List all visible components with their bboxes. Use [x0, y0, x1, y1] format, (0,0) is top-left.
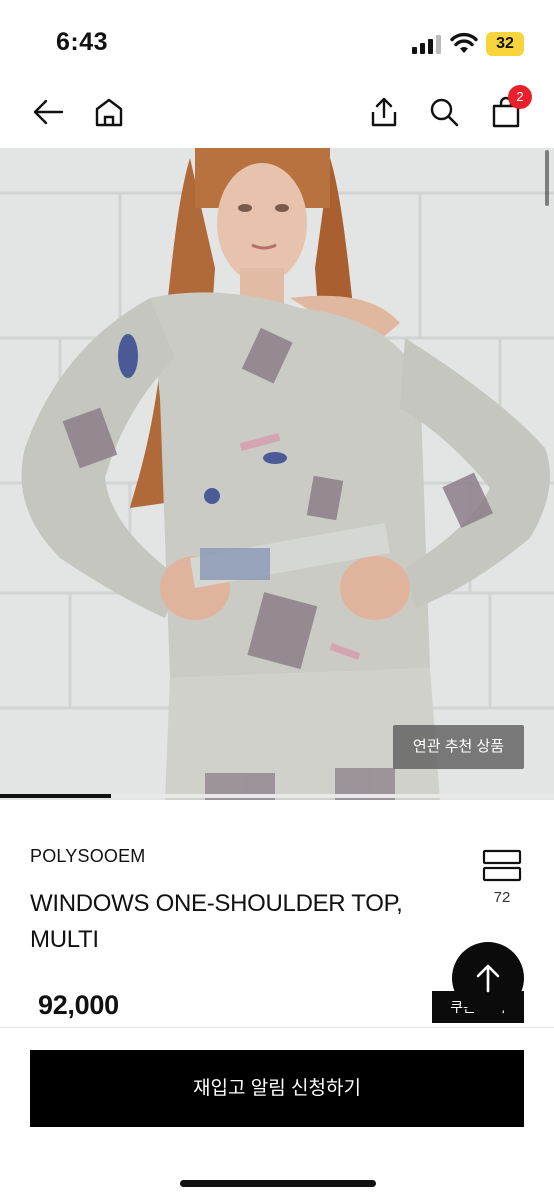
wishlist-count: 72 [493, 889, 511, 906]
product-photo-illustration [0, 148, 554, 800]
back-arrow-icon [33, 99, 64, 125]
status-bar: 6:43 32 [0, 0, 554, 80]
wifi-icon [450, 32, 478, 53]
gallery-progress-fill [0, 794, 111, 798]
scroll-thumb[interactable] [545, 150, 549, 206]
cart-count-badge: 2 [508, 85, 532, 109]
product-name: WINDOWS ONE-SHOULDER TOP, MULTI [30, 890, 403, 953]
wishlist-button[interactable] [480, 848, 524, 884]
home-button[interactable] [89, 92, 129, 132]
back-button[interactable] [28, 92, 68, 132]
related-products-button[interactable]: 연관 추천 상품 [393, 725, 524, 769]
brand-name[interactable]: POLYSOOEM [30, 846, 146, 867]
scroll-to-top-button[interactable] [452, 942, 524, 1014]
battery-icon: 32 [486, 32, 524, 56]
share-icon [371, 97, 397, 127]
gallery-progress-bar [0, 794, 554, 798]
restock-alert-button[interactable]: 재입고 알림 신청하기 [30, 1050, 524, 1127]
home-icon [95, 98, 123, 127]
top-nav-bar [0, 80, 554, 148]
arrow-up-icon [476, 964, 500, 993]
product-price: 92,000 [38, 990, 119, 1020]
bookmark-stack-icon [482, 849, 522, 882]
search-button[interactable] [424, 92, 464, 132]
product-image[interactable] [0, 148, 554, 800]
status-time: 6:43 [56, 28, 109, 56]
home-indicator[interactable] [180, 1180, 376, 1187]
search-icon [430, 98, 459, 127]
signal-icon [412, 35, 441, 54]
share-button[interactable] [364, 92, 404, 132]
